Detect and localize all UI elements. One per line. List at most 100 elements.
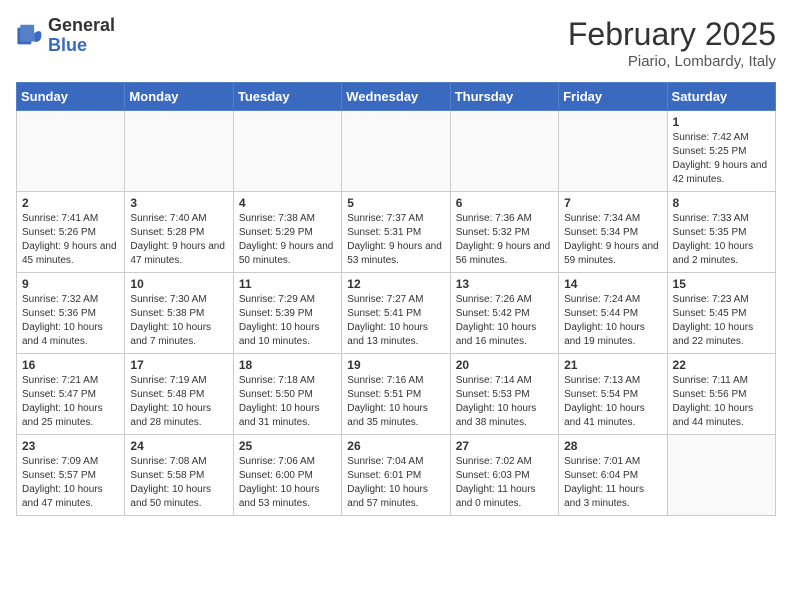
day-of-week-header: Sunday <box>17 83 125 111</box>
calendar-day-cell: 9Sunrise: 7:32 AM Sunset: 5:36 PM Daylig… <box>17 273 125 354</box>
calendar-day-cell: 19 Sunrise: 7:16 AM Sunset: 5:51 PM Dayli… <box>342 354 450 435</box>
calendar-week-row: 9Sunrise: 7:32 AM Sunset: 5:36 PM Daylig… <box>17 273 776 354</box>
calendar-day-cell: 7 Sunrise: 7:34 AM Sunset: 5:34 PM Daylig… <box>559 192 667 273</box>
calendar-week-row: 23 Sunrise: 7:09 AM Sunset: 5:57 PM Dayli… <box>17 435 776 516</box>
day-number: 19 <box>347 358 444 372</box>
day-number: 5 <box>347 196 444 210</box>
location-subtitle: Piario, Lombardy, Italy <box>568 53 776 70</box>
logo-text: General Blue <box>48 16 115 56</box>
logo-icon <box>16 22 44 50</box>
day-number: 3 <box>130 196 227 210</box>
calendar-day-cell: 22Sunrise: 7:11 AM Sunset: 5:56 PM Dayli… <box>667 354 775 435</box>
day-info: Sunrise: 7:11 AM Sunset: 5:56 PM Dayligh… <box>673 374 770 430</box>
calendar-day-cell <box>125 111 233 192</box>
calendar-day-cell: 12Sunrise: 7:27 AM Sunset: 5:41 PM Dayli… <box>342 273 450 354</box>
day-of-week-header: Wednesday <box>342 83 450 111</box>
day-number: 26 <box>347 439 444 453</box>
calendar-day-cell: 17 Sunrise: 7:19 AM Sunset: 5:48 PM Dayli… <box>125 354 233 435</box>
day-number: 1 <box>673 115 770 129</box>
calendar-day-cell: 16 Sunrise: 7:21 AM Sunset: 5:47 PM Dayli… <box>17 354 125 435</box>
calendar-day-cell: 18 Sunrise: 7:18 AM Sunset: 5:50 PM Dayli… <box>233 354 341 435</box>
day-info: Sunrise: 7:30 AM Sunset: 5:38 PM Dayligh… <box>130 293 227 349</box>
calendar-day-cell <box>559 111 667 192</box>
calendar-day-cell: 8 Sunrise: 7:33 AM Sunset: 5:35 PM Daylig… <box>667 192 775 273</box>
day-info: Sunrise: 7:02 AM Sunset: 6:03 PM Dayligh… <box>456 455 553 511</box>
day-number: 7 <box>564 196 661 210</box>
calendar-day-cell: 21 Sunrise: 7:13 AM Sunset: 5:54 PM Dayli… <box>559 354 667 435</box>
day-info: Sunrise: 7:36 AM Sunset: 5:32 PM Dayligh… <box>456 212 553 268</box>
day-info: Sunrise: 7:16 AM Sunset: 5:51 PM Dayligh… <box>347 374 444 430</box>
day-number: 6 <box>456 196 553 210</box>
calendar-day-cell <box>342 111 450 192</box>
calendar-week-row: 1 Sunrise: 7:42 AM Sunset: 5:25 PM Daylig… <box>17 111 776 192</box>
page-header: General Blue February 2025 Piario, Lomba… <box>16 16 776 70</box>
day-number: 10 <box>130 277 227 291</box>
calendar-day-cell: 28 Sunrise: 7:01 AM Sunset: 6:04 PM Dayli… <box>559 435 667 516</box>
calendar-day-cell <box>233 111 341 192</box>
day-info: Sunrise: 7:18 AM Sunset: 5:50 PM Dayligh… <box>239 374 336 430</box>
day-number: 28 <box>564 439 661 453</box>
calendar-day-cell: 1 Sunrise: 7:42 AM Sunset: 5:25 PM Daylig… <box>667 111 775 192</box>
logo-blue: Blue <box>48 35 87 55</box>
logo-general: General <box>48 15 115 35</box>
calendar-day-cell: 26 Sunrise: 7:04 AM Sunset: 6:01 PM Dayli… <box>342 435 450 516</box>
day-number: 4 <box>239 196 336 210</box>
calendar-day-cell <box>17 111 125 192</box>
day-info: Sunrise: 7:14 AM Sunset: 5:53 PM Dayligh… <box>456 374 553 430</box>
day-info: Sunrise: 7:34 AM Sunset: 5:34 PM Dayligh… <box>564 212 661 268</box>
day-info: Sunrise: 7:24 AM Sunset: 5:44 PM Dayligh… <box>564 293 661 349</box>
calendar-day-cell: 10 Sunrise: 7:30 AM Sunset: 5:38 PM Dayli… <box>125 273 233 354</box>
day-info: Sunrise: 7:04 AM Sunset: 6:01 PM Dayligh… <box>347 455 444 511</box>
day-number: 9 <box>22 277 119 291</box>
day-of-week-header: Tuesday <box>233 83 341 111</box>
day-number: 16 <box>22 358 119 372</box>
calendar-week-row: 16 Sunrise: 7:21 AM Sunset: 5:47 PM Dayli… <box>17 354 776 435</box>
calendar-day-cell: 27Sunrise: 7:02 AM Sunset: 6:03 PM Dayli… <box>450 435 558 516</box>
day-info: Sunrise: 7:37 AM Sunset: 5:31 PM Dayligh… <box>347 212 444 268</box>
day-info: Sunrise: 7:29 AM Sunset: 5:39 PM Dayligh… <box>239 293 336 349</box>
day-number: 12 <box>347 277 444 291</box>
calendar-day-cell: 3 Sunrise: 7:40 AM Sunset: 5:28 PM Daylig… <box>125 192 233 273</box>
calendar-day-cell: 20Sunrise: 7:14 AM Sunset: 5:53 PM Dayli… <box>450 354 558 435</box>
day-info: Sunrise: 7:21 AM Sunset: 5:47 PM Dayligh… <box>22 374 119 430</box>
calendar-day-cell: 14 Sunrise: 7:24 AM Sunset: 5:44 PM Dayli… <box>559 273 667 354</box>
day-of-week-header: Saturday <box>667 83 775 111</box>
day-info: Sunrise: 7:09 AM Sunset: 5:57 PM Dayligh… <box>22 455 119 511</box>
day-number: 23 <box>22 439 119 453</box>
day-info: Sunrise: 7:41 AM Sunset: 5:26 PM Dayligh… <box>22 212 119 268</box>
calendar-day-cell: 11 Sunrise: 7:29 AM Sunset: 5:39 PM Dayli… <box>233 273 341 354</box>
month-title: February 2025 <box>568 16 776 53</box>
day-number: 14 <box>564 277 661 291</box>
day-info: Sunrise: 7:06 AM Sunset: 6:00 PM Dayligh… <box>239 455 336 511</box>
day-number: 24 <box>130 439 227 453</box>
calendar-day-cell: 25 Sunrise: 7:06 AM Sunset: 6:00 PM Dayli… <box>233 435 341 516</box>
day-info: Sunrise: 7:23 AM Sunset: 5:45 PM Dayligh… <box>673 293 770 349</box>
day-info: Sunrise: 7:42 AM Sunset: 5:25 PM Dayligh… <box>673 131 770 187</box>
calendar-week-row: 2Sunrise: 7:41 AM Sunset: 5:26 PM Daylig… <box>17 192 776 273</box>
calendar-day-cell: 23 Sunrise: 7:09 AM Sunset: 5:57 PM Dayli… <box>17 435 125 516</box>
calendar-table: SundayMondayTuesdayWednesdayThursdayFrid… <box>16 82 776 516</box>
day-number: 13 <box>456 277 553 291</box>
day-number: 21 <box>564 358 661 372</box>
day-number: 18 <box>239 358 336 372</box>
day-number: 8 <box>673 196 770 210</box>
calendar-header-row: SundayMondayTuesdayWednesdayThursdayFrid… <box>17 83 776 111</box>
day-of-week-header: Monday <box>125 83 233 111</box>
day-number: 25 <box>239 439 336 453</box>
day-info: Sunrise: 7:08 AM Sunset: 5:58 PM Dayligh… <box>130 455 227 511</box>
day-info: Sunrise: 7:38 AM Sunset: 5:29 PM Dayligh… <box>239 212 336 268</box>
day-number: 11 <box>239 277 336 291</box>
calendar-day-cell: 2Sunrise: 7:41 AM Sunset: 5:26 PM Daylig… <box>17 192 125 273</box>
calendar-day-cell: 6 Sunrise: 7:36 AM Sunset: 5:32 PM Daylig… <box>450 192 558 273</box>
calendar-day-cell: 15Sunrise: 7:23 AM Sunset: 5:45 PM Dayli… <box>667 273 775 354</box>
calendar-day-cell: 24 Sunrise: 7:08 AM Sunset: 5:58 PM Dayli… <box>125 435 233 516</box>
day-info: Sunrise: 7:33 AM Sunset: 5:35 PM Dayligh… <box>673 212 770 268</box>
day-info: Sunrise: 7:01 AM Sunset: 6:04 PM Dayligh… <box>564 455 661 511</box>
day-info: Sunrise: 7:26 AM Sunset: 5:42 PM Dayligh… <box>456 293 553 349</box>
day-info: Sunrise: 7:13 AM Sunset: 5:54 PM Dayligh… <box>564 374 661 430</box>
day-info: Sunrise: 7:40 AM Sunset: 5:28 PM Dayligh… <box>130 212 227 268</box>
calendar-day-cell <box>667 435 775 516</box>
day-number: 17 <box>130 358 227 372</box>
day-info: Sunrise: 7:19 AM Sunset: 5:48 PM Dayligh… <box>130 374 227 430</box>
title-section: February 2025 Piario, Lombardy, Italy <box>568 16 776 70</box>
